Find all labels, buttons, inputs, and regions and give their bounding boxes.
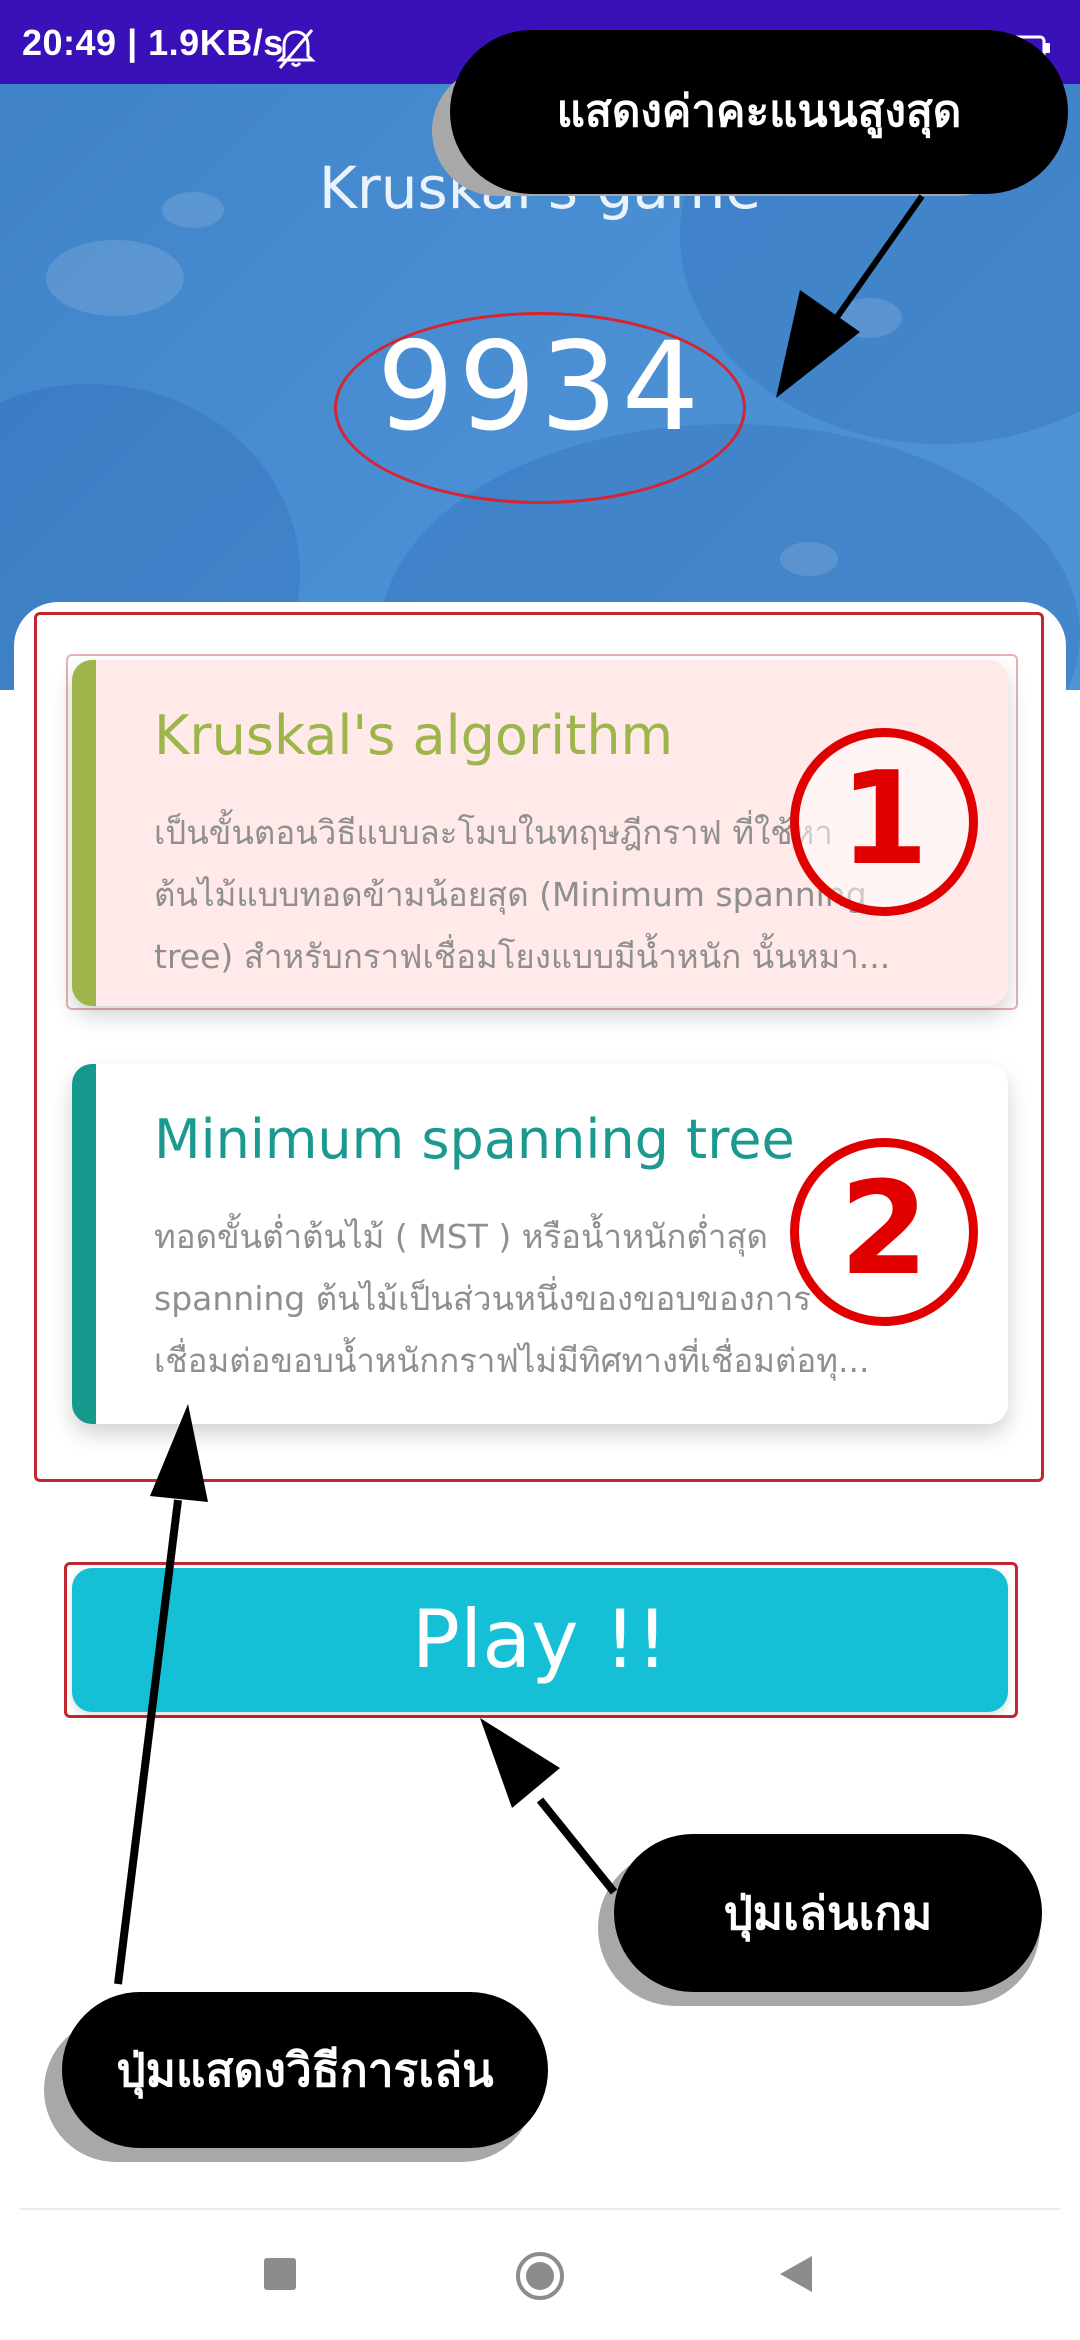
status-time-speed: 20:49 | 1.9KB/s [22, 22, 284, 63]
annotation-number-1: 1 [790, 728, 978, 916]
callout-play-button: ปุ่มเล่นเกม [614, 1834, 1042, 1992]
bell-off-icon [276, 29, 316, 69]
play-button[interactable]: Play !! [72, 1568, 1008, 1712]
callout-how-to-play: ปุ่มแสดงวิธีการเล่น [62, 1992, 548, 2148]
back-triangle-icon[interactable] [778, 2254, 814, 2294]
card-accent-bar [72, 660, 96, 1006]
annotation-number-2: 2 [790, 1138, 978, 1326]
card-accent-bar [72, 1064, 96, 1424]
card-title: Kruskal's algorithm [154, 704, 674, 767]
nav-divider [20, 2208, 1060, 2210]
recent-apps-square-icon[interactable] [262, 2256, 298, 2292]
high-score-annotation-oval [334, 312, 746, 504]
home-circle-icon[interactable] [514, 2250, 566, 2302]
card-title: Minimum spanning tree [154, 1108, 795, 1171]
callout-high-score: แสดงค่าคะแนนสูงสุด [450, 30, 1068, 194]
